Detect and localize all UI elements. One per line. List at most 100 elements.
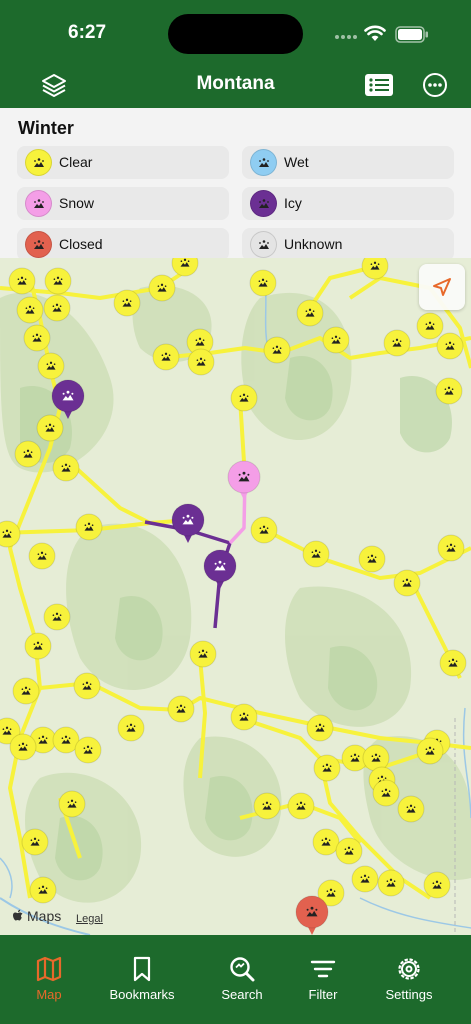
tab-label: Bookmarks: [109, 987, 175, 1002]
legend-item-wet[interactable]: Wet: [242, 146, 454, 179]
clear-condition-marker[interactable]: [312, 828, 340, 856]
clear-condition-marker[interactable]: [152, 343, 180, 371]
clear-condition-marker[interactable]: [230, 703, 258, 731]
snow-condition-marker[interactable]: [227, 460, 261, 500]
unknown-marker-icon: [250, 231, 277, 258]
clear-condition-marker[interactable]: [37, 352, 65, 380]
clear-condition-marker[interactable]: [36, 414, 64, 442]
clear-condition-marker[interactable]: [187, 348, 215, 376]
clear-condition-marker[interactable]: [416, 312, 444, 340]
tab-search[interactable]: Search: [195, 935, 289, 1024]
clear-condition-marker[interactable]: [423, 871, 451, 899]
legend-label: Snow: [59, 195, 95, 211]
clear-condition-marker[interactable]: [287, 792, 315, 820]
clear-condition-marker[interactable]: [21, 828, 49, 856]
wifi-icon: [364, 25, 386, 41]
icy-condition-marker[interactable]: [203, 549, 237, 589]
clear-condition-marker[interactable]: [9, 733, 37, 761]
list-button[interactable]: [362, 68, 396, 102]
clear-condition-marker[interactable]: [253, 792, 281, 820]
legend-label: Clear: [59, 154, 93, 170]
tab-bookmarks[interactable]: Bookmarks: [95, 935, 189, 1024]
legend-item-unknown[interactable]: Unknown: [242, 228, 454, 258]
clear-condition-marker[interactable]: [189, 640, 217, 668]
clear-condition-marker[interactable]: [23, 324, 51, 352]
clear-condition-marker[interactable]: [249, 269, 277, 297]
wet-marker-icon: [250, 149, 277, 176]
clear-condition-marker[interactable]: [14, 440, 42, 468]
clear-condition-marker[interactable]: [43, 294, 71, 322]
clear-condition-marker[interactable]: [377, 869, 405, 897]
clear-condition-marker[interactable]: [8, 267, 36, 295]
clear-condition-marker[interactable]: [263, 336, 291, 364]
tab-bar: Map Bookmarks Search Filter Settings: [0, 935, 471, 1024]
clear-condition-marker[interactable]: [16, 296, 44, 324]
more-icon: [423, 73, 447, 97]
clear-condition-marker[interactable]: [28, 542, 56, 570]
clear-condition-marker[interactable]: [436, 332, 464, 360]
clear-condition-marker[interactable]: [397, 795, 425, 823]
legend-item-snow[interactable]: Snow: [17, 187, 229, 220]
cellular-signal-icon: [335, 35, 357, 39]
clear-condition-marker[interactable]: [306, 714, 334, 742]
clear-condition-marker[interactable]: [439, 649, 467, 677]
clear-condition-marker[interactable]: [75, 513, 103, 541]
search-icon: [230, 957, 255, 982]
clear-condition-marker[interactable]: [73, 672, 101, 700]
legend-item-icy[interactable]: Icy: [242, 187, 454, 220]
clear-condition-marker[interactable]: [29, 876, 57, 904]
legend-item-clear[interactable]: Clear: [17, 146, 229, 179]
clear-condition-marker[interactable]: [250, 516, 278, 544]
clear-condition-marker[interactable]: [74, 736, 102, 764]
clear-road-segment: [63, 456, 191, 525]
status-bar: 6:27: [0, 0, 471, 62]
clear-condition-marker[interactable]: [52, 454, 80, 482]
icy-condition-marker[interactable]: [171, 503, 205, 543]
clear-condition-marker[interactable]: [351, 865, 379, 893]
clear-condition-marker[interactable]: [313, 754, 341, 782]
locate-me-button[interactable]: [419, 264, 465, 310]
clear-condition-marker[interactable]: [296, 299, 324, 327]
river: [0, 857, 13, 899]
clear-condition-marker[interactable]: [372, 779, 400, 807]
legend-label: Unknown: [284, 236, 343, 252]
clear-condition-marker[interactable]: [302, 540, 330, 568]
clear-condition-marker[interactable]: [167, 695, 195, 723]
clear-condition-marker[interactable]: [437, 534, 465, 562]
clear-condition-marker[interactable]: [393, 569, 421, 597]
closed-marker-icon: [25, 231, 52, 258]
closed-condition-marker[interactable]: [295, 895, 329, 935]
tab-filter[interactable]: Filter: [276, 935, 370, 1024]
clear-condition-marker[interactable]: [0, 520, 21, 548]
clear-condition-marker[interactable]: [358, 545, 386, 573]
clear-condition-marker[interactable]: [322, 326, 350, 354]
tab-label: Search: [221, 987, 263, 1002]
clear-condition-marker[interactable]: [12, 677, 40, 705]
clear-condition-marker[interactable]: [383, 329, 411, 357]
legal-link[interactable]: Legal: [76, 913, 103, 925]
clear-condition-marker[interactable]: [148, 274, 176, 302]
map-view[interactable]: Maps Legal: [0, 258, 471, 935]
clear-condition-marker[interactable]: [335, 837, 363, 865]
clear-condition-marker[interactable]: [58, 790, 86, 818]
clear-condition-marker[interactable]: [113, 289, 141, 317]
more-button[interactable]: [418, 68, 452, 102]
tab-map[interactable]: Map: [2, 935, 96, 1024]
clear-condition-marker[interactable]: [361, 258, 389, 280]
clear-condition-marker[interactable]: [435, 377, 463, 405]
condition-legend: Winter Clear Wet Snow Icy Closed Unknown: [0, 108, 471, 258]
page-title: Montana: [196, 73, 275, 94]
clear-condition-marker[interactable]: [44, 267, 72, 295]
list-icon: [365, 74, 393, 96]
clear-condition-marker[interactable]: [117, 714, 145, 742]
clear-condition-marker[interactable]: [230, 384, 258, 412]
tab-settings[interactable]: Settings: [362, 935, 456, 1024]
legend-label: Icy: [284, 195, 302, 211]
clear-condition-marker[interactable]: [24, 632, 52, 660]
legend-item-closed[interactable]: Closed: [17, 228, 229, 258]
navigation-bar: Montana: [0, 62, 471, 108]
clear-condition-marker[interactable]: [43, 603, 71, 631]
clear-condition-marker[interactable]: [416, 737, 444, 765]
apple-logo-icon: [13, 909, 23, 921]
clear-condition-marker[interactable]: [171, 258, 199, 277]
